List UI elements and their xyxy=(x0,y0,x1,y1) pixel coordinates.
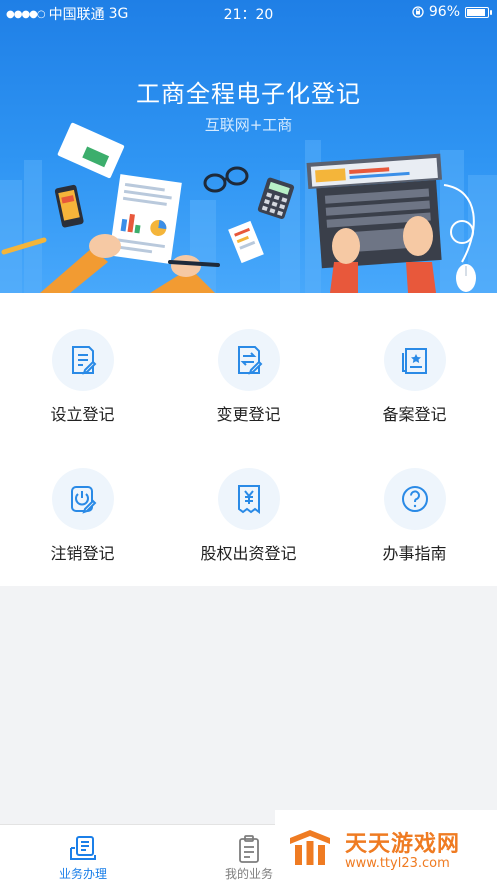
hero-subtitle: 互联网+工商 xyxy=(204,116,293,134)
orientation-lock-icon xyxy=(412,6,424,18)
service-guide[interactable]: 办事指南 xyxy=(332,432,497,563)
service-establish-registration[interactable]: 设立登记 xyxy=(0,293,165,424)
service-label: 办事指南 xyxy=(382,544,447,563)
business-icon xyxy=(70,836,96,860)
battery-percent: 96% xyxy=(428,4,460,20)
service-label: 股权出资登记 xyxy=(200,544,297,563)
hero-banner: ●●●●○ 中国联通 3G 21：20 96% 工商全程电子化登记 互联网+工商 xyxy=(0,0,497,293)
tab-label: 业务办理 xyxy=(58,867,107,881)
watermark-logo-icon xyxy=(290,830,330,865)
watermark-url: www.ttyl23.com xyxy=(345,856,450,871)
service-label: 设立登记 xyxy=(50,405,115,424)
power-off-icon xyxy=(52,468,114,530)
service-equity-pledge-registration[interactable]: 股权出资登记 xyxy=(166,432,331,563)
certificate-icon xyxy=(384,329,446,391)
hero-title: 工商全程电子化登记 xyxy=(136,80,361,108)
clipboard-icon xyxy=(239,835,259,863)
question-icon xyxy=(384,468,446,530)
watermark: 天天游戏网 www.ttyl23.com xyxy=(275,810,497,883)
document-edit-icon xyxy=(52,329,114,391)
document-change-icon xyxy=(218,329,280,391)
battery-icon xyxy=(465,6,492,18)
service-label: 备案登记 xyxy=(382,405,447,424)
watermark-title: 天天游戏网 xyxy=(345,832,461,857)
service-change-registration[interactable]: 变更登记 xyxy=(166,293,331,424)
service-label: 变更登记 xyxy=(216,405,281,424)
receipt-yen-icon xyxy=(218,468,280,530)
hero-illustration xyxy=(0,122,497,293)
service-label: 注销登记 xyxy=(50,544,115,563)
status-bar: ●●●●○ 中国联通 3G 21：20 96% xyxy=(0,0,497,26)
tab-business[interactable]: 业务办理 xyxy=(0,825,166,883)
service-filing-registration[interactable]: 备案登记 xyxy=(332,293,497,424)
service-deregistration[interactable]: 注销登记 xyxy=(0,432,165,563)
services-grid: 设立登记 变更登记 备案登记 注销登记 股权出资登记 办事指南 xyxy=(0,293,497,586)
